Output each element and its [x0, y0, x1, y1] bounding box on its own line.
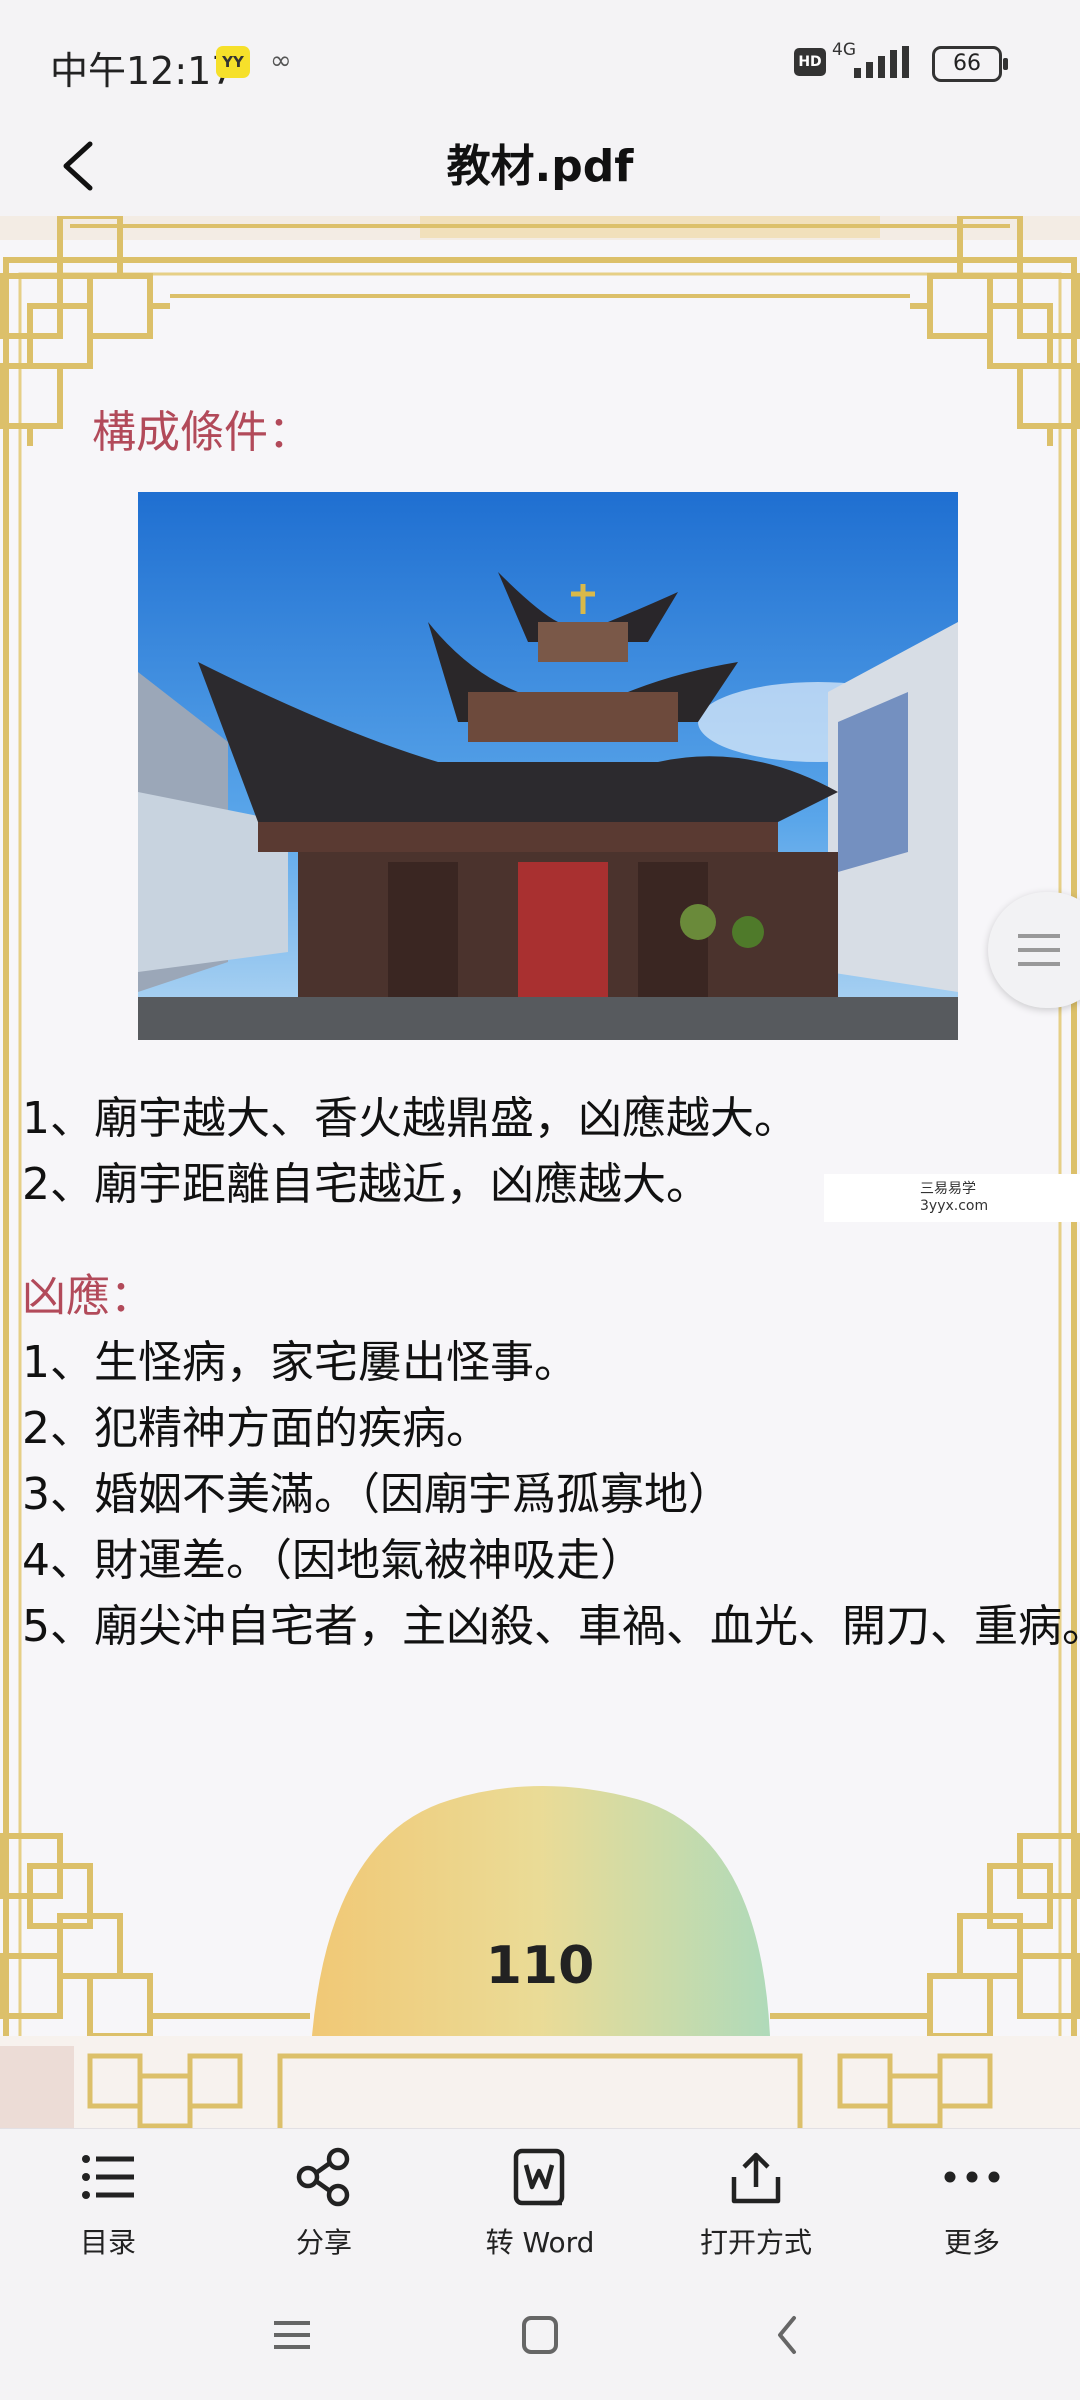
- home-icon[interactable]: [510, 2310, 570, 2360]
- effect-item: 5、廟尖沖自宅者，主凶殺、車禍、血光、開刀、重病。: [22, 1601, 1080, 1652]
- watermark-line2: 3yyx.com: [920, 1198, 989, 1214]
- title-bar: 教材.pdf: [0, 120, 1080, 216]
- link-icon: ∞: [270, 46, 292, 76]
- battery-icon: 66: [932, 46, 1008, 82]
- temple-photo: [138, 492, 958, 1040]
- status-bar: 中午12:17 YY ∞ HD 4G 66: [0, 0, 1080, 120]
- toc-button[interactable]: 目录: [0, 2147, 216, 2271]
- share-icon: [296, 2147, 350, 2207]
- section-heading-conditions: 構成條件：: [92, 407, 312, 458]
- back-icon[interactable]: [758, 2310, 818, 2360]
- open-with-icon: [731, 2152, 781, 2204]
- convert-word-label: 转 Word: [485, 2226, 595, 2259]
- toc-label: 目录: [79, 2226, 136, 2259]
- condition-item: 1、廟宇越大、香火越鼎盛，凶應越大。: [22, 1093, 798, 1144]
- hd-icon: HD: [794, 48, 826, 76]
- pdf-page[interactable]: 構成條件： 1、廟宇越大、香火越鼎盛，凶應越大。 2、廟宇距離自宅越近，凶應越大…: [0, 216, 1080, 2128]
- effect-item: 3、婚姻不美滿。（因廟宇爲孤寡地）: [22, 1469, 732, 1520]
- effect-item: 2、犯精神方面的疾病。: [22, 1403, 490, 1454]
- menu-lines-icon: [1018, 934, 1060, 966]
- bottom-toolbar: 目录 分享 转 Word 打开方式 更多: [0, 2128, 1080, 2271]
- document-title: 教材.pdf: [446, 141, 634, 192]
- list-icon: [82, 2155, 134, 2199]
- more-icon: [944, 2171, 1000, 2183]
- condition-item: 2、廟宇距離自宅越近，凶應越大。: [22, 1159, 710, 1210]
- watermark-line1: 三易易学: [920, 1181, 976, 1197]
- system-nav-bar: [0, 2270, 1080, 2400]
- signal-icon: [854, 46, 909, 78]
- more-button[interactable]: 更多: [864, 2147, 1080, 2271]
- share-label: 分享: [295, 2226, 352, 2259]
- open-with-button[interactable]: 打开方式: [648, 2147, 864, 2271]
- yy-app-icon: YY: [216, 46, 250, 78]
- watermark: 三易易学 3yyx.com: [824, 1174, 1080, 1222]
- menu-icon[interactable]: [262, 2310, 322, 2360]
- page-number: 110: [485, 1936, 595, 1996]
- section-heading-effects: 凶應：: [22, 1271, 154, 1322]
- effect-item: 4、財運差。（因地氣被神吸走）: [22, 1535, 644, 1586]
- share-button[interactable]: 分享: [216, 2147, 432, 2271]
- convert-word-button[interactable]: 转 Word: [432, 2147, 648, 2271]
- open-with-label: 打开方式: [699, 2226, 812, 2259]
- status-time: 中午12:17: [50, 49, 236, 93]
- more-label: 更多: [943, 2226, 1000, 2259]
- effect-item: 1、生怪病，家宅屢出怪事。: [22, 1337, 578, 1388]
- word-convert-icon: [513, 2148, 565, 2206]
